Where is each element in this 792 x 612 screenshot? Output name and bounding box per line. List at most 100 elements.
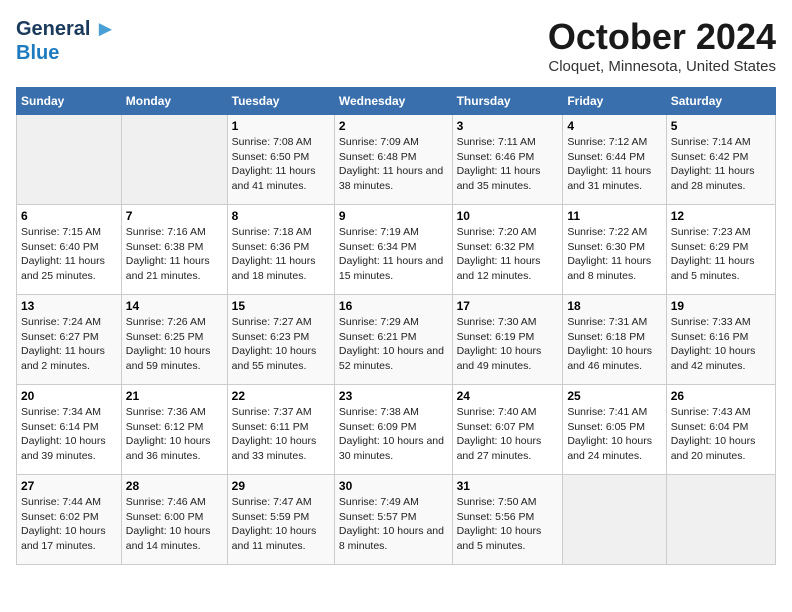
- calendar-cell: [121, 115, 227, 205]
- day-info: Sunrise: 7:31 AMSunset: 6:18 PMDaylight:…: [567, 316, 652, 372]
- day-info: Sunrise: 7:44 AMSunset: 6:02 PMDaylight:…: [21, 496, 106, 552]
- weekday-header: Friday: [563, 88, 666, 115]
- day-info: Sunrise: 7:14 AMSunset: 6:42 PMDaylight:…: [671, 136, 755, 192]
- calendar-cell: 22 Sunrise: 7:37 AMSunset: 6:11 PMDayligh…: [227, 385, 334, 475]
- calendar-week-row: 13Sunrise: 7:24 AMSunset: 6:27 PMDayligh…: [17, 295, 776, 385]
- day-number: 13: [21, 299, 117, 313]
- calendar-cell: 27 Sunrise: 7:44 AMSunset: 6:02 PMDayligh…: [17, 475, 122, 565]
- calendar-week-row: 6 Sunrise: 7:15 AMSunset: 6:40 PMDaylight…: [17, 205, 776, 295]
- calendar-cell: [17, 115, 122, 205]
- day-info: Sunrise: 7:08 AMSunset: 6:50 PMDaylight:…: [232, 136, 316, 192]
- weekday-header: Thursday: [452, 88, 563, 115]
- calendar-cell: 5Sunrise: 7:14 AMSunset: 6:42 PMDaylight…: [666, 115, 775, 205]
- calendar-cell: 21Sunrise: 7:36 AMSunset: 6:12 PMDayligh…: [121, 385, 227, 475]
- calendar-cell: 12 Sunrise: 7:23 AMSunset: 6:29 PMDayligh…: [666, 205, 775, 295]
- day-number: 14: [126, 299, 223, 313]
- day-number: 26: [671, 389, 771, 403]
- day-info: Sunrise: 7:41 AMSunset: 6:05 PMDaylight:…: [567, 406, 652, 462]
- calendar-cell: 25 Sunrise: 7:41 AMSunset: 6:05 PMDayligh…: [563, 385, 666, 475]
- logo: General ► Blue: [16, 16, 116, 64]
- calendar-cell: 6 Sunrise: 7:15 AMSunset: 6:40 PMDaylight…: [17, 205, 122, 295]
- day-number: 22: [232, 389, 330, 403]
- day-number: 17: [457, 299, 559, 313]
- day-info: Sunrise: 7:12 AMSunset: 6:44 PMDaylight:…: [567, 136, 651, 192]
- day-info: Sunrise: 7:18 AMSunset: 6:36 PMDaylight:…: [232, 226, 316, 282]
- day-number: 4: [567, 119, 661, 133]
- day-info: Sunrise: 7:23 AMSunset: 6:29 PMDaylight:…: [671, 226, 755, 282]
- day-info: Sunrise: 7:40 AMSunset: 6:07 PMDaylight:…: [457, 406, 542, 462]
- day-number: 19: [671, 299, 771, 313]
- month-title: October 2024: [548, 16, 776, 58]
- day-number: 31: [457, 479, 559, 493]
- day-info: Sunrise: 7:38 AMSunset: 6:09 PMDaylight:…: [339, 406, 444, 462]
- weekday-header: Wednesday: [334, 88, 452, 115]
- calendar-cell: 20Sunrise: 7:34 AMSunset: 6:14 PMDayligh…: [17, 385, 122, 475]
- day-number: 2: [339, 119, 448, 133]
- day-info: Sunrise: 7:43 AMSunset: 6:04 PMDaylight:…: [671, 406, 756, 462]
- calendar-cell: 7Sunrise: 7:16 AMSunset: 6:38 PMDaylight…: [121, 205, 227, 295]
- day-number: 9: [339, 209, 448, 223]
- title-block: October 2024 Cloquet, Minnesota, United …: [548, 16, 776, 75]
- day-number: 21: [126, 389, 223, 403]
- calendar-cell: 16 Sunrise: 7:29 AMSunset: 6:21 PMDayligh…: [334, 295, 452, 385]
- day-number: 1: [232, 119, 330, 133]
- day-number: 29: [232, 479, 330, 493]
- day-number: 25: [567, 389, 661, 403]
- day-info: Sunrise: 7:26 AMSunset: 6:25 PMDaylight:…: [126, 316, 211, 372]
- calendar-cell: 26 Sunrise: 7:43 AMSunset: 6:04 PMDayligh…: [666, 385, 775, 475]
- calendar-table: SundayMondayTuesdayWednesdayThursdayFrid…: [16, 87, 776, 565]
- day-info: Sunrise: 7:37 AMSunset: 6:11 PMDaylight:…: [232, 406, 317, 462]
- day-number: 8: [232, 209, 330, 223]
- weekday-header: Sunday: [17, 88, 122, 115]
- day-info: Sunrise: 7:15 AMSunset: 6:40 PMDaylight:…: [21, 226, 105, 282]
- day-info: Sunrise: 7:27 AMSunset: 6:23 PMDaylight:…: [232, 316, 317, 372]
- weekday-header: Tuesday: [227, 88, 334, 115]
- calendar-cell: 18 Sunrise: 7:31 AMSunset: 6:18 PMDayligh…: [563, 295, 666, 385]
- day-number: 16: [339, 299, 448, 313]
- day-number: 27: [21, 479, 117, 493]
- calendar-cell: 10Sunrise: 7:20 AMSunset: 6:32 PMDayligh…: [452, 205, 563, 295]
- day-info: Sunrise: 7:49 AMSunset: 5:57 PMDaylight:…: [339, 496, 444, 552]
- day-number: 11: [567, 209, 661, 223]
- weekday-header-row: SundayMondayTuesdayWednesdayThursdayFrid…: [17, 88, 776, 115]
- weekday-header: Monday: [121, 88, 227, 115]
- day-info: Sunrise: 7:34 AMSunset: 6:14 PMDaylight:…: [21, 406, 106, 462]
- calendar-cell: 2 Sunrise: 7:09 AMSunset: 6:48 PMDaylight…: [334, 115, 452, 205]
- day-info: Sunrise: 7:11 AMSunset: 6:46 PMDaylight:…: [457, 136, 541, 192]
- calendar-cell: 30 Sunrise: 7:49 AMSunset: 5:57 PMDayligh…: [334, 475, 452, 565]
- day-number: 6: [21, 209, 117, 223]
- weekday-header: Saturday: [666, 88, 775, 115]
- day-info: Sunrise: 7:46 AMSunset: 6:00 PMDaylight:…: [126, 496, 211, 552]
- day-number: 7: [126, 209, 223, 223]
- day-number: 15: [232, 299, 330, 313]
- logo-blue: Blue: [16, 42, 59, 64]
- day-number: 30: [339, 479, 448, 493]
- calendar-cell: 3Sunrise: 7:11 AMSunset: 6:46 PMDaylight…: [452, 115, 563, 205]
- calendar-cell: 17 Sunrise: 7:30 AMSunset: 6:19 PMDayligh…: [452, 295, 563, 385]
- calendar-cell: 15 Sunrise: 7:27 AMSunset: 6:23 PMDayligh…: [227, 295, 334, 385]
- day-info: Sunrise: 7:22 AMSunset: 6:30 PMDaylight:…: [567, 226, 651, 282]
- calendar-cell: 23Sunrise: 7:38 AMSunset: 6:09 PMDayligh…: [334, 385, 452, 475]
- day-info: Sunrise: 7:47 AMSunset: 5:59 PMDaylight:…: [232, 496, 317, 552]
- logo-general: General: [16, 18, 90, 40]
- calendar-cell: 8 Sunrise: 7:18 AMSunset: 6:36 PMDaylight…: [227, 205, 334, 295]
- calendar-cell: 29 Sunrise: 7:47 AMSunset: 5:59 PMDayligh…: [227, 475, 334, 565]
- calendar-cell: 11 Sunrise: 7:22 AMSunset: 6:30 PMDayligh…: [563, 205, 666, 295]
- day-info: Sunrise: 7:20 AMSunset: 6:32 PMDaylight:…: [457, 226, 541, 282]
- calendar-cell: 9Sunrise: 7:19 AMSunset: 6:34 PMDaylight…: [334, 205, 452, 295]
- day-info: Sunrise: 7:30 AMSunset: 6:19 PMDaylight:…: [457, 316, 542, 372]
- day-number: 24: [457, 389, 559, 403]
- day-info: Sunrise: 7:09 AMSunset: 6:48 PMDaylight:…: [339, 136, 443, 192]
- day-number: 28: [126, 479, 223, 493]
- calendar-cell: [666, 475, 775, 565]
- calendar-cell: 14 Sunrise: 7:26 AMSunset: 6:25 PMDayligh…: [121, 295, 227, 385]
- calendar-cell: 28 Sunrise: 7:46 AMSunset: 6:00 PMDayligh…: [121, 475, 227, 565]
- day-number: 12: [671, 209, 771, 223]
- day-number: 18: [567, 299, 661, 313]
- calendar-cell: 1 Sunrise: 7:08 AMSunset: 6:50 PMDaylight…: [227, 115, 334, 205]
- calendar-cell: 4 Sunrise: 7:12 AMSunset: 6:44 PMDaylight…: [563, 115, 666, 205]
- day-info: Sunrise: 7:29 AMSunset: 6:21 PMDaylight:…: [339, 316, 444, 372]
- calendar-cell: 31Sunrise: 7:50 AMSunset: 5:56 PMDayligh…: [452, 475, 563, 565]
- calendar-cell: [563, 475, 666, 565]
- calendar-cell: 13Sunrise: 7:24 AMSunset: 6:27 PMDayligh…: [17, 295, 122, 385]
